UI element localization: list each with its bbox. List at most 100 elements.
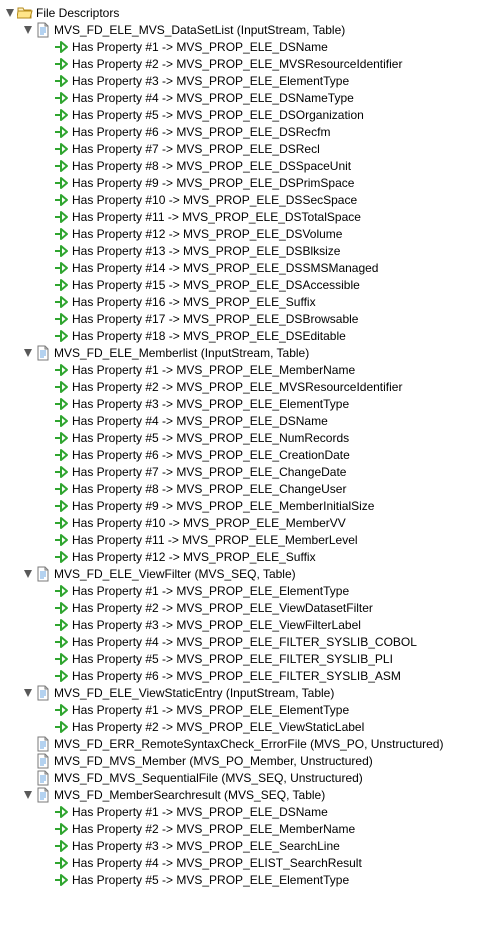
tree-item-label: Has Property #6 -> MVS_PROP_ELE_Creation… — [72, 448, 350, 462]
tree-property[interactable]: Has Property #7 -> MVS_PROP_ELE_ChangeDa… — [4, 463, 496, 480]
tree-property[interactable]: Has Property #8 -> MVS_PROP_ELE_ChangeUs… — [4, 480, 496, 497]
tree-node[interactable]: MVS_FD_MVS_Member (MVS_PO_Member, Unstru… — [4, 752, 496, 769]
tree-item-label: Has Property #13 -> MVS_PROP_ELE_DSBlksi… — [72, 244, 340, 258]
property-arrow-icon — [53, 141, 69, 157]
tree-property[interactable]: Has Property #4 -> MVS_PROP_ELE_FILTER_S… — [4, 633, 496, 650]
property-arrow-icon — [53, 362, 69, 378]
tree-property[interactable]: Has Property #10 -> MVS_PROP_ELE_MemberV… — [4, 514, 496, 531]
tree-item-label: MVS_FD_ELE_ViewStaticEntry (InputStream,… — [54, 686, 334, 700]
tree-property[interactable]: Has Property #5 -> MVS_PROP_ELE_DSOrgani… — [4, 106, 496, 123]
property-arrow-icon — [53, 209, 69, 225]
tree-item-label: Has Property #3 -> MVS_PROP_ELE_ElementT… — [72, 397, 349, 411]
property-arrow-icon — [53, 838, 69, 854]
tree-node[interactable]: MVS_FD_ELE_MVS_DataSetList (InputStream,… — [4, 21, 496, 38]
property-arrow-icon — [53, 872, 69, 888]
property-arrow-icon — [53, 821, 69, 837]
tree-property[interactable]: Has Property #12 -> MVS_PROP_ELE_DSVolum… — [4, 225, 496, 242]
tree-item-label: Has Property #11 -> MVS_PROP_ELE_DSTotal… — [72, 210, 361, 224]
tree-property[interactable]: Has Property #2 -> MVS_PROP_ELE_ViewStat… — [4, 718, 496, 735]
tree-property[interactable]: Has Property #13 -> MVS_PROP_ELE_DSBlksi… — [4, 242, 496, 259]
tree-property[interactable]: Has Property #6 -> MVS_PROP_ELE_Creation… — [4, 446, 496, 463]
tree-property[interactable]: Has Property #5 -> MVS_PROP_ELE_NumRecor… — [4, 429, 496, 446]
collapse-icon[interactable] — [22, 568, 33, 579]
tree-property[interactable]: Has Property #9 -> MVS_PROP_ELE_DSPrimSp… — [4, 174, 496, 191]
property-arrow-icon — [53, 617, 69, 633]
tree-property[interactable]: Has Property #3 -> MVS_PROP_ELE_ElementT… — [4, 395, 496, 412]
tree-property[interactable]: Has Property #1 -> MVS_PROP_ELE_DSName — [4, 803, 496, 820]
tree-node[interactable]: MVS_FD_MemberSearchresult (MVS_SEQ, Tabl… — [4, 786, 496, 803]
collapse-icon[interactable] — [4, 7, 15, 18]
property-arrow-icon — [53, 311, 69, 327]
tree-node[interactable]: MVS_FD_ERR_RemoteSyntaxCheck_ErrorFile (… — [4, 735, 496, 752]
tree-property[interactable]: Has Property #4 -> MVS_PROP_ELE_DSNameTy… — [4, 89, 496, 106]
tree-property[interactable]: Has Property #2 -> MVS_PROP_ELE_MemberNa… — [4, 820, 496, 837]
tree-item-label: Has Property #5 -> MVS_PROP_ELE_DSOrgani… — [72, 108, 364, 122]
tree-item-label: Has Property #12 -> MVS_PROP_ELE_Suffix — [72, 550, 316, 564]
property-arrow-icon — [53, 39, 69, 55]
tree-property[interactable]: Has Property #16 -> MVS_PROP_ELE_Suffix — [4, 293, 496, 310]
tree-property[interactable]: Has Property #6 -> MVS_PROP_ELE_DSRecfm — [4, 123, 496, 140]
tree-property[interactable]: Has Property #1 -> MVS_PROP_ELE_ElementT… — [4, 701, 496, 718]
tree-property[interactable]: Has Property #8 -> MVS_PROP_ELE_DSSpaceU… — [4, 157, 496, 174]
tree-item-label: MVS_FD_MVS_SequentialFile (MVS_SEQ, Unst… — [54, 771, 363, 785]
property-arrow-icon — [53, 464, 69, 480]
property-arrow-icon — [53, 549, 69, 565]
tree-node[interactable]: MVS_FD_ELE_ViewFilter (MVS_SEQ, Table) — [4, 565, 496, 582]
tree-item-label: Has Property #6 -> MVS_PROP_ELE_DSRecfm — [72, 125, 330, 139]
tree-root-file-descriptors[interactable]: File Descriptors — [4, 4, 496, 21]
tree-node[interactable]: MVS_FD_ELE_ViewStaticEntry (InputStream,… — [4, 684, 496, 701]
property-arrow-icon — [53, 73, 69, 89]
tree-property[interactable]: Has Property #11 -> MVS_PROP_ELE_DSTotal… — [4, 208, 496, 225]
tree-property[interactable]: Has Property #12 -> MVS_PROP_ELE_Suffix — [4, 548, 496, 565]
collapse-icon[interactable] — [22, 24, 33, 35]
tree-property[interactable]: Has Property #5 -> MVS_PROP_ELE_ElementT… — [4, 871, 496, 888]
property-arrow-icon — [53, 651, 69, 667]
tree-item-label: MVS_FD_MemberSearchresult (MVS_SEQ, Tabl… — [54, 788, 325, 802]
tree-item-label: MVS_FD_ERR_RemoteSyntaxCheck_ErrorFile (… — [54, 737, 443, 751]
tree-property[interactable]: Has Property #10 -> MVS_PROP_ELE_DSSecSp… — [4, 191, 496, 208]
tree-node[interactable]: MVS_FD_MVS_SequentialFile (MVS_SEQ, Unst… — [4, 769, 496, 786]
property-arrow-icon — [53, 294, 69, 310]
tree-property[interactable]: Has Property #1 -> MVS_PROP_ELE_MemberNa… — [4, 361, 496, 378]
tree-property[interactable]: Has Property #6 -> MVS_PROP_ELE_FILTER_S… — [4, 667, 496, 684]
tree-property[interactable]: Has Property #5 -> MVS_PROP_ELE_FILTER_S… — [4, 650, 496, 667]
file-icon — [35, 685, 51, 701]
tree-item-label: Has Property #10 -> MVS_PROP_ELE_DSSecSp… — [72, 193, 357, 207]
tree-property[interactable]: Has Property #14 -> MVS_PROP_ELE_DSSMSMa… — [4, 259, 496, 276]
tree-item-label: File Descriptors — [36, 6, 119, 20]
tree-property[interactable]: Has Property #18 -> MVS_PROP_ELE_DSEdita… — [4, 327, 496, 344]
tree-property[interactable]: Has Property #9 -> MVS_PROP_ELE_MemberIn… — [4, 497, 496, 514]
tree-property[interactable]: Has Property #2 -> MVS_PROP_ELE_MVSResou… — [4, 55, 496, 72]
tree-property[interactable]: Has Property #15 -> MVS_PROP_ELE_DSAcces… — [4, 276, 496, 293]
tree-property[interactable]: Has Property #11 -> MVS_PROP_ELE_MemberL… — [4, 531, 496, 548]
property-arrow-icon — [53, 532, 69, 548]
tree-property[interactable]: Has Property #4 -> MVS_PROP_ELIST_Search… — [4, 854, 496, 871]
collapse-icon[interactable] — [22, 687, 33, 698]
tree-item-label: Has Property #10 -> MVS_PROP_ELE_MemberV… — [72, 516, 346, 530]
tree-item-label: Has Property #17 -> MVS_PROP_ELE_DSBrows… — [72, 312, 358, 326]
tree-item-label: Has Property #18 -> MVS_PROP_ELE_DSEdita… — [72, 329, 346, 343]
file-icon — [35, 736, 51, 752]
file-icon — [35, 753, 51, 769]
property-arrow-icon — [53, 413, 69, 429]
collapse-icon[interactable] — [22, 347, 33, 358]
tree-property[interactable]: Has Property #2 -> MVS_PROP_ELE_ViewData… — [4, 599, 496, 616]
tree-item-label: Has Property #2 -> MVS_PROP_ELE_ViewData… — [72, 601, 373, 615]
property-arrow-icon — [53, 328, 69, 344]
tree-item-label: Has Property #3 -> MVS_PROP_ELE_ViewFilt… — [72, 618, 361, 632]
tree-item-label: Has Property #5 -> MVS_PROP_ELE_NumRecor… — [72, 431, 349, 445]
tree-view[interactable]: File DescriptorsMVS_FD_ELE_MVS_DataSetLi… — [4, 4, 496, 888]
tree-property[interactable]: Has Property #2 -> MVS_PROP_ELE_MVSResou… — [4, 378, 496, 395]
tree-property[interactable]: Has Property #1 -> MVS_PROP_ELE_ElementT… — [4, 582, 496, 599]
collapse-icon[interactable] — [22, 789, 33, 800]
tree-property[interactable]: Has Property #4 -> MVS_PROP_ELE_DSName — [4, 412, 496, 429]
tree-property[interactable]: Has Property #3 -> MVS_PROP_ELE_ViewFilt… — [4, 616, 496, 633]
tree-property[interactable]: Has Property #3 -> MVS_PROP_ELE_SearchLi… — [4, 837, 496, 854]
tree-property[interactable]: Has Property #1 -> MVS_PROP_ELE_DSName — [4, 38, 496, 55]
tree-node[interactable]: MVS_FD_ELE_Memberlist (InputStream, Tabl… — [4, 344, 496, 361]
tree-property[interactable]: Has Property #17 -> MVS_PROP_ELE_DSBrows… — [4, 310, 496, 327]
tree-item-label: Has Property #4 -> MVS_PROP_ELIST_Search… — [72, 856, 362, 870]
tree-property[interactable]: Has Property #7 -> MVS_PROP_ELE_DSRecl — [4, 140, 496, 157]
tree-item-label: Has Property #7 -> MVS_PROP_ELE_ChangeDa… — [72, 465, 346, 479]
tree-property[interactable]: Has Property #3 -> MVS_PROP_ELE_ElementT… — [4, 72, 496, 89]
